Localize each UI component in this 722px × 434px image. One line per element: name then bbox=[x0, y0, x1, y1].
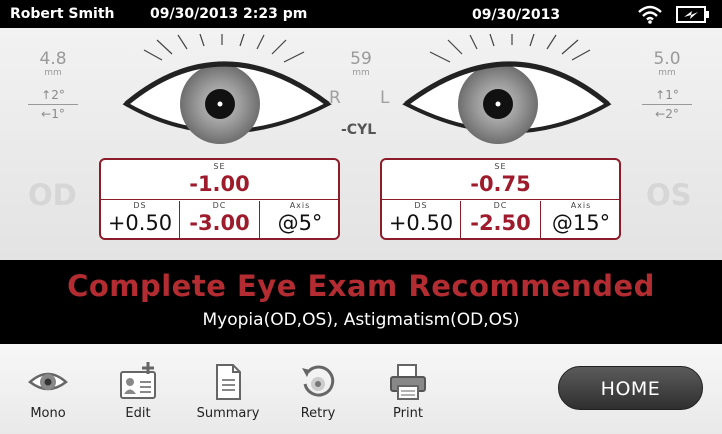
os-axis: Axis @15° bbox=[551, 201, 611, 235]
os-sphere: DS +0.50 bbox=[382, 201, 461, 238]
bottom-toolbar: Mono Edit Summary Retry Print HOME bbox=[0, 344, 722, 434]
printer-icon bbox=[390, 364, 426, 400]
right-eye-label: R bbox=[329, 88, 341, 108]
eye-icon bbox=[28, 372, 68, 391]
left-gaze-tilt: ↑1° ←2° bbox=[642, 88, 692, 121]
os-spherical-equivalent: SE -0.75 bbox=[382, 160, 619, 200]
od-sphere: DS +0.50 bbox=[101, 201, 180, 238]
edit-patient-icon bbox=[120, 362, 156, 399]
edit-button[interactable]: Edit bbox=[98, 344, 178, 434]
recommendation-banner: Complete Eye Exam Recommended Myopia(OD,… bbox=[0, 260, 722, 344]
left-eye-label: L bbox=[380, 88, 390, 108]
mono-button[interactable]: Mono bbox=[8, 344, 88, 434]
recommendation-title: Complete Eye Exam Recommended bbox=[67, 269, 655, 303]
measurement-panel: 4.8 mm ↑2° ←1° 59 mm R L -CYL 5.0 mm ↑1°… bbox=[0, 28, 722, 260]
retry-icon bbox=[302, 365, 335, 397]
pupillary-distance: 59 mm bbox=[350, 49, 372, 78]
print-button[interactable]: Print bbox=[368, 344, 448, 434]
current-date: 09/30/2013 bbox=[472, 7, 561, 23]
od-label: OD bbox=[28, 178, 77, 212]
cylinder-mode-label: -CYL bbox=[341, 122, 377, 138]
right-eye-image bbox=[122, 34, 332, 144]
exam-datetime: 09/30/2013 2:23 pm bbox=[150, 6, 308, 22]
wifi-icon bbox=[638, 5, 662, 24]
diagnosis-summary: Myopia(OD,OS), Astigmatism(OD,OS) bbox=[202, 310, 520, 330]
retry-button[interactable]: Retry bbox=[278, 344, 358, 434]
od-prescription-box: SE -1.00 DS +0.50 DC -3.00 Axis @5° bbox=[99, 158, 340, 240]
user-name: Robert Smith bbox=[10, 6, 115, 22]
summary-button[interactable]: Summary bbox=[188, 344, 268, 434]
od-spherical-equivalent: SE -1.00 bbox=[101, 160, 338, 200]
os-cylinder: DC -2.50 bbox=[461, 201, 541, 238]
od-axis: Axis @5° bbox=[277, 201, 323, 235]
home-button[interactable]: HOME bbox=[558, 366, 703, 410]
left-eye-image bbox=[402, 34, 612, 144]
status-bar: Robert Smith 09/30/2013 2:23 pm 09/30/20… bbox=[0, 0, 722, 28]
right-pupil-size: 4.8 mm bbox=[39, 49, 67, 78]
left-pupil-size: 5.0 mm bbox=[653, 49, 681, 78]
battery-charging-icon bbox=[676, 6, 709, 23]
os-prescription-box: SE -0.75 DS +0.50 DC -2.50 Axis @15° bbox=[380, 158, 621, 240]
right-gaze-tilt: ↑2° ←1° bbox=[28, 88, 78, 121]
od-cylinder: DC -3.00 bbox=[180, 201, 260, 238]
document-icon bbox=[216, 364, 241, 400]
os-label: OS bbox=[646, 178, 692, 212]
